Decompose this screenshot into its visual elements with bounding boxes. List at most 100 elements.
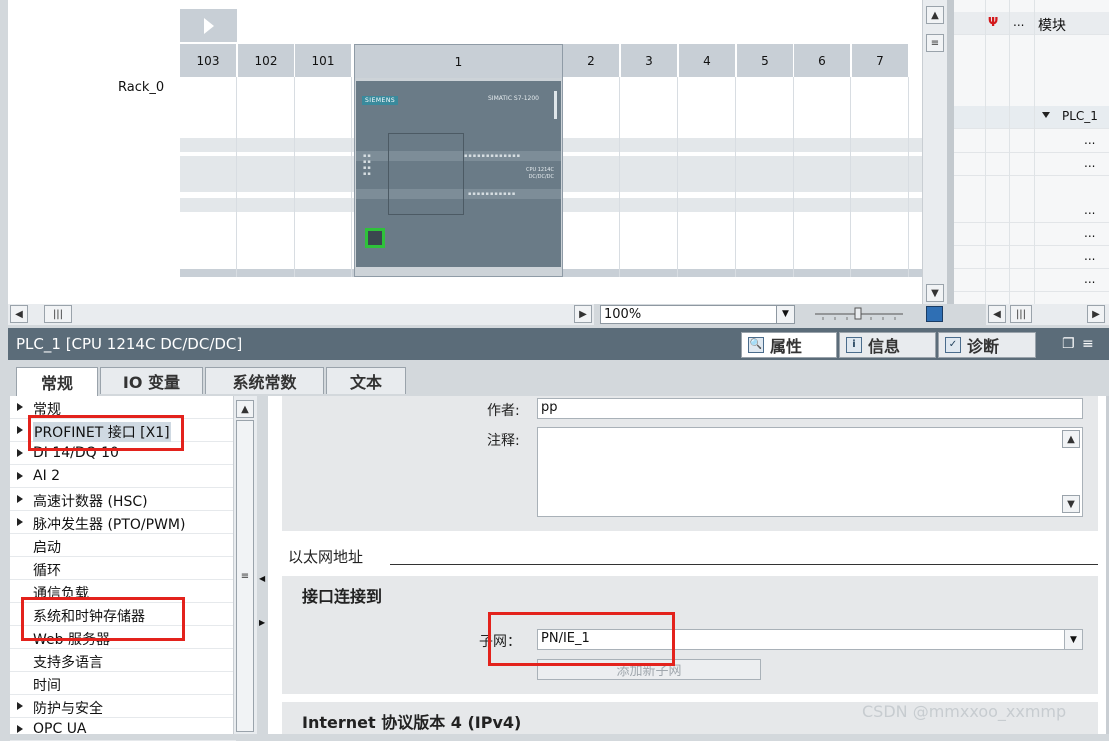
tree-row-plc[interactable]: PLC_1	[954, 106, 1109, 129]
scroll-thumb-icon[interactable]: ≡	[236, 420, 254, 732]
collapse-left-icon[interactable]: ◀	[259, 574, 265, 583]
expand-arrow-icon[interactable]	[17, 403, 23, 411]
expand-arrow-icon[interactable]	[17, 518, 23, 526]
menu-icon[interactable]: ≡	[1082, 336, 1094, 352]
io-led-row-top: ▪▪▪▪▪▪▪▪▪▪▪▪▪	[464, 153, 522, 159]
subtab-texts[interactable]: 文本	[326, 367, 406, 394]
subtab-io-tags[interactable]: IO 变量	[100, 367, 203, 394]
nav-item[interactable]: AI 2	[10, 465, 236, 488]
profinet-port-icon[interactable]	[365, 228, 385, 248]
nav-item[interactable]: 防护与安全	[10, 695, 236, 718]
tree-column-divider	[1034, 0, 1035, 304]
tree-hscrollbar[interactable]: ◀ ||| ▶	[986, 304, 1109, 325]
device-view-hscrollbar[interactable]: ◀ ||| ▶	[8, 304, 594, 325]
nav-item[interactable]: 循环	[10, 557, 236, 580]
nav-item[interactable]: OPC UA	[10, 718, 236, 741]
nav-item[interactable]: 启动	[10, 534, 236, 557]
cpu-brand: SIEMENS	[362, 96, 399, 105]
zoom-select[interactable]: 100% ▼	[600, 305, 795, 324]
zoom-value: 100%	[604, 307, 642, 322]
author-field[interactable]: pp	[537, 398, 1083, 419]
diagnostics-icon: ✓	[945, 337, 961, 353]
subtab-general[interactable]: 常规	[16, 367, 98, 396]
tab-diagnostics[interactable]: ✓ 诊断	[938, 332, 1036, 358]
scroll-up-icon[interactable]: ▲	[1062, 430, 1080, 448]
zoom-slider[interactable]	[815, 307, 903, 321]
tree-row[interactable]: ...	[954, 200, 1109, 223]
expand-arrow-icon[interactable]	[17, 426, 23, 434]
tab-properties[interactable]: 🔍 属性	[741, 332, 837, 358]
nav-item[interactable]: 支持多语言	[10, 649, 236, 672]
tree-row-ellipsis: ...	[1084, 133, 1096, 147]
slot-header-2[interactable]: 2	[563, 44, 620, 77]
collapse-icon[interactable]	[1042, 112, 1050, 118]
slot-5[interactable]	[737, 77, 794, 277]
cpu-body[interactable]: SIEMENS SIMATIC S7-1200 ▪▪▪▪▪▪▪▪▪▪▪▪▪ ▪▪…	[356, 81, 561, 267]
slot-3[interactable]	[621, 77, 678, 277]
slot-header-3[interactable]: 3	[621, 44, 678, 77]
tools-icon: Ψ	[988, 15, 999, 29]
slot-6[interactable]	[794, 77, 851, 277]
hscroll-thumb-icon[interactable]: |||	[1010, 305, 1032, 323]
scroll-left-icon[interactable]: ◀	[10, 305, 28, 323]
nav-vscrollbar[interactable]: ▲ ≡	[233, 396, 257, 734]
expand-arrow-icon[interactable]	[17, 449, 23, 457]
slot-7[interactable]	[852, 77, 909, 277]
nav-item[interactable]: 时间	[10, 672, 236, 695]
chevron-down-icon[interactable]: ▼	[776, 306, 794, 323]
panel-splitter[interactable]	[947, 0, 954, 304]
expand-arrow-icon[interactable]	[17, 702, 23, 710]
expand-arrow-icon[interactable]	[17, 495, 23, 503]
comment-label: 注释:	[487, 433, 520, 449]
scroll-thumb-icon[interactable]: ≡	[926, 34, 944, 52]
expand-arrow-icon[interactable]	[17, 725, 23, 733]
slot-2[interactable]	[563, 77, 620, 277]
expand-arrow-icon[interactable]	[180, 9, 237, 42]
slot-103[interactable]	[180, 77, 237, 277]
nav-splitter[interactable]: ◀ ▶	[257, 396, 268, 734]
tree-row[interactable]: ...	[954, 269, 1109, 292]
slot-102[interactable]	[238, 77, 295, 277]
cpu-module[interactable]: 1 SIEMENS SIMATIC S7-1200 ▪▪▪▪▪▪▪▪▪▪▪▪▪ …	[354, 44, 563, 277]
tree-row[interactable]: ...	[954, 153, 1109, 176]
restore-window-icon[interactable]: ❐	[1062, 336, 1075, 352]
slot-header-101[interactable]: 101	[295, 44, 352, 77]
scroll-down-icon[interactable]: ▼	[926, 284, 944, 302]
slot-101[interactable]	[295, 77, 352, 277]
scroll-right-icon[interactable]: ▶	[574, 305, 592, 323]
tab-info[interactable]: i 信息	[839, 332, 936, 358]
scroll-up-icon[interactable]: ▲	[926, 6, 944, 24]
tree-row[interactable]: ...	[954, 223, 1109, 246]
slot-4[interactable]	[679, 77, 736, 277]
overview-icon[interactable]	[926, 306, 943, 322]
scroll-up-icon[interactable]: ▲	[236, 400, 254, 418]
expand-arrow-icon[interactable]	[17, 472, 23, 480]
hscroll-thumb-icon[interactable]: |||	[44, 305, 72, 323]
tree-header-ellipsis: ...	[1013, 15, 1025, 29]
slot-header-103[interactable]: 103	[180, 44, 237, 77]
slot-header-5[interactable]: 5	[737, 44, 794, 77]
info-icon: i	[846, 337, 862, 353]
nav-item[interactable]: 脉冲发生器 (PTO/PWM)	[10, 511, 236, 534]
expand-right-icon[interactable]: ▶	[259, 618, 265, 627]
device-view-canvas[interactable]: Rack_0 103 102 101 2 3 4 5 6 7 1 SIEMENS SIMATIC…	[8, 0, 922, 304]
interface-box: 接口连接到 子网： PN/IE_1 ▼ 添加新子网	[282, 576, 1098, 694]
scroll-down-icon[interactable]: ▼	[1062, 495, 1080, 513]
io-led-row-bottom: ▪▪▪▪▪▪▪▪▪▪▪	[468, 191, 517, 197]
chevron-down-icon[interactable]: ▼	[1064, 630, 1082, 649]
device-view-vscrollbar[interactable]: ▲ ≡ ▼	[922, 0, 947, 304]
slot-header-7[interactable]: 7	[852, 44, 909, 77]
slot-header-102[interactable]: 102	[238, 44, 295, 77]
scroll-left-icon[interactable]: ◀	[988, 305, 1006, 323]
slot-header-6[interactable]: 6	[794, 44, 851, 77]
slot-header-1[interactable]: 1	[355, 45, 562, 78]
tree-row[interactable]: ...	[954, 246, 1109, 269]
slot-header-4[interactable]: 4	[679, 44, 736, 77]
module-tree-panel[interactable]: Ψ ... 模块 PLC_1 ... ... ... ... ... ...	[954, 0, 1109, 304]
nav-item[interactable]: 高速计数器 (HSC)	[10, 488, 236, 511]
tree-row[interactable]: ...	[954, 130, 1109, 153]
scroll-right-icon[interactable]: ▶	[1087, 305, 1105, 323]
comment-field[interactable]	[537, 427, 1083, 517]
subtab-system-constants[interactable]: 系统常数	[205, 367, 324, 394]
rack-label: Rack_0	[118, 80, 165, 95]
